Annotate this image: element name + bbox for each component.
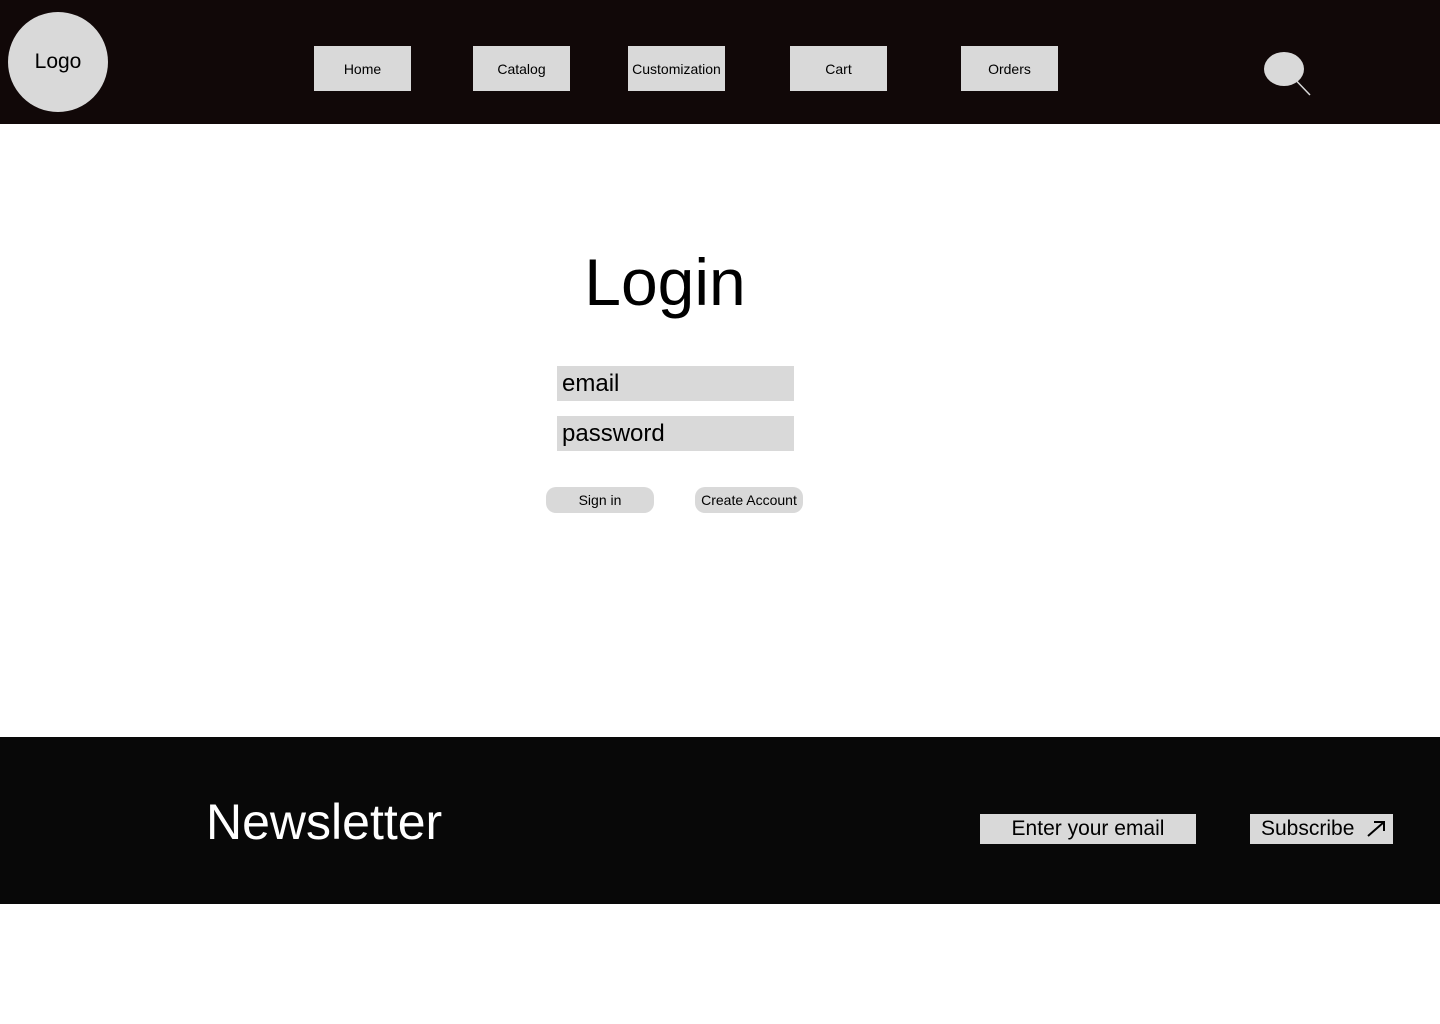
site-header: Logo Home Catalog Customization Cart Ord… — [0, 0, 1440, 124]
password-field[interactable] — [557, 416, 794, 451]
nav-customization-button[interactable]: Customization — [628, 46, 725, 91]
sign-in-button[interactable]: Sign in — [546, 487, 654, 513]
page-title: Login — [584, 245, 746, 319]
arrow-up-right-icon — [1367, 821, 1385, 837]
email-field[interactable] — [557, 366, 794, 401]
subscribe-button[interactable]: Subscribe — [1250, 814, 1393, 844]
newsletter-title: Newsletter — [206, 794, 443, 850]
nav-catalog-button[interactable]: Catalog — [473, 46, 570, 91]
nav-cart-button[interactable]: Cart — [790, 46, 887, 91]
subscribe-label: Subscribe — [1261, 817, 1355, 840]
search-icon[interactable] — [1262, 50, 1312, 98]
newsletter-footer: Newsletter Subscribe — [0, 737, 1440, 904]
logo[interactable]: Logo — [8, 12, 108, 112]
nav-home-button[interactable]: Home — [314, 46, 411, 91]
nav-orders-button[interactable]: Orders — [961, 46, 1058, 91]
create-account-button[interactable]: Create Account — [695, 487, 803, 513]
newsletter-email-field[interactable] — [980, 814, 1196, 844]
